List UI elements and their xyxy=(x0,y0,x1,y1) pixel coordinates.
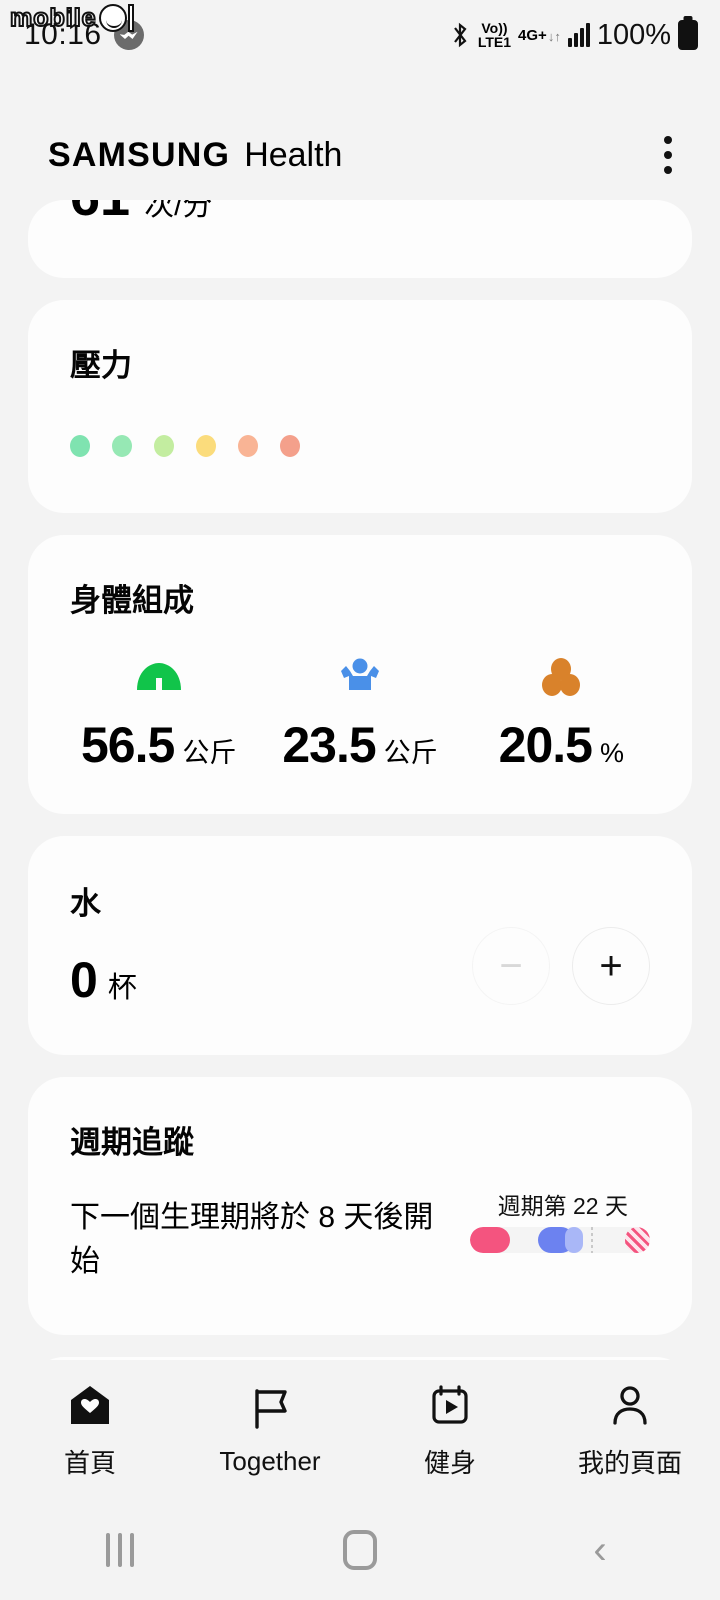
back-icon[interactable]: ‹ xyxy=(480,1530,720,1570)
cycle-segment-predicted xyxy=(624,1226,650,1253)
body-composition-metrics: 56.5 公斤 23.5 公斤 20.5 % xyxy=(58,654,662,774)
water-increase-button[interactable]: + xyxy=(572,927,650,1005)
card-heart-rate[interactable]: 61 次/分 xyxy=(28,200,692,278)
battery-full-icon xyxy=(678,20,698,50)
stress-dot xyxy=(154,435,174,457)
nav-label-home: 首頁 xyxy=(63,1447,116,1478)
stress-dot xyxy=(280,435,300,457)
brand-samsung: SAMSUNG xyxy=(48,135,231,174)
card-cycle-tracking[interactable]: 週期追蹤 下一個生理期將於 8 天後開始 週期第 22 天 xyxy=(28,1077,692,1335)
status-time: 10:16 xyxy=(24,18,102,51)
signal-bars-icon xyxy=(567,23,590,47)
status-bar-right: Vo)) LTE1 4G+ ↓↑ 100% xyxy=(449,19,698,52)
person-icon xyxy=(607,1381,653,1429)
metric-body-fat[interactable]: 20.5 % xyxy=(461,654,662,774)
muscle-value: 23.5 xyxy=(282,717,376,773)
heart-rate-value: 61 xyxy=(70,200,130,228)
android-navigation-bar: ‹ xyxy=(0,1500,720,1600)
body-fat-value: 20.5 xyxy=(498,717,593,773)
stress-title: 壓力 xyxy=(70,348,132,383)
card-scroll-area[interactable]: 61 次/分 壓力 身體組成 xyxy=(0,200,720,1360)
card-water[interactable]: 水 0 杯 − + xyxy=(28,836,692,1055)
bluetooth-icon xyxy=(453,22,467,48)
home-icon[interactable] xyxy=(240,1530,480,1570)
volte-icon: Vo)) LTE1 xyxy=(477,20,512,50)
cycle-timeline[interactable]: 週期第 22 天 xyxy=(470,1193,650,1253)
card-body-composition[interactable]: 身體組成 56.5 公斤 23.5 公斤 20.5 % xyxy=(28,535,692,814)
metric-weight[interactable]: 56.5 公斤 xyxy=(58,654,259,774)
nav-item-home[interactable]: 首頁 xyxy=(0,1381,180,1480)
stress-dot xyxy=(196,435,216,457)
body-fat-unit: % xyxy=(599,738,624,768)
cycle-segment-divider xyxy=(590,1226,593,1253)
recents-icon[interactable] xyxy=(0,1533,240,1567)
cycle-message: 下一個生理期將於 8 天後開始 xyxy=(70,1201,434,1278)
nav-label-my-page: 我的頁面 xyxy=(577,1447,682,1478)
phone-screen: 10:16 Vo)) LTE1 4G+ ↓↑ 100% mobile SAMSU… xyxy=(0,0,720,1600)
nav-label-fitness: 健身 xyxy=(423,1447,476,1478)
water-decrease-button[interactable]: − xyxy=(472,927,550,1005)
app-header: SAMSUNG Health xyxy=(0,110,720,200)
nav-item-together[interactable]: Together xyxy=(180,1384,360,1477)
bottom-navigation: 首頁 Together 健身 我的頁面 xyxy=(0,1360,720,1500)
stress-dot xyxy=(112,435,132,457)
body-fat-icon xyxy=(539,654,583,700)
network-type-icon: 4G+ ↓↑ xyxy=(518,26,561,44)
stress-dot xyxy=(70,435,90,457)
nav-item-my-page[interactable]: 我的頁面 xyxy=(540,1381,720,1480)
nav-item-fitness[interactable]: 健身 xyxy=(360,1381,540,1480)
kebab-menu-icon[interactable] xyxy=(656,128,680,182)
water-unit: 杯 xyxy=(107,972,137,1004)
messenger-icon xyxy=(113,20,144,50)
metric-muscle[interactable]: 23.5 公斤 xyxy=(259,654,460,774)
status-bar: 10:16 Vo)) LTE1 4G+ ↓↑ 100% xyxy=(0,0,720,70)
home-heart-icon xyxy=(67,1381,113,1429)
cycle-title: 週期追蹤 xyxy=(70,1125,194,1160)
heart-rate-unit: 次/分 xyxy=(144,200,213,222)
body-composition-title: 身體組成 xyxy=(70,583,194,618)
status-bar-left: 10:16 xyxy=(24,18,144,52)
battery-percent: 100% xyxy=(596,18,671,51)
app-title: SAMSUNG Health xyxy=(48,136,342,175)
cycle-progress-bar xyxy=(470,1226,650,1253)
calendar-play-icon xyxy=(427,1381,473,1429)
cycle-segment-period xyxy=(470,1226,510,1253)
brand-health: Health xyxy=(244,135,343,174)
stress-dots xyxy=(70,435,650,457)
weight-unit: 公斤 xyxy=(182,738,237,768)
cycle-day-label: 週期第 22 天 xyxy=(497,1192,628,1219)
flag-icon xyxy=(247,1384,293,1432)
muscle-unit: 公斤 xyxy=(383,738,438,768)
water-value: 0 xyxy=(70,952,98,1008)
water-title: 水 xyxy=(70,886,101,921)
weight-scale-icon xyxy=(133,654,185,700)
nav-label-together: Together xyxy=(219,1445,321,1476)
heart-rate-value-row: 61 次/分 xyxy=(70,200,650,228)
stress-dot xyxy=(238,435,258,457)
skeletal-muscle-icon xyxy=(337,654,383,700)
card-stress[interactable]: 壓力 xyxy=(28,300,692,513)
weight-value: 56.5 xyxy=(81,717,175,773)
cycle-segment-today xyxy=(564,1226,583,1253)
